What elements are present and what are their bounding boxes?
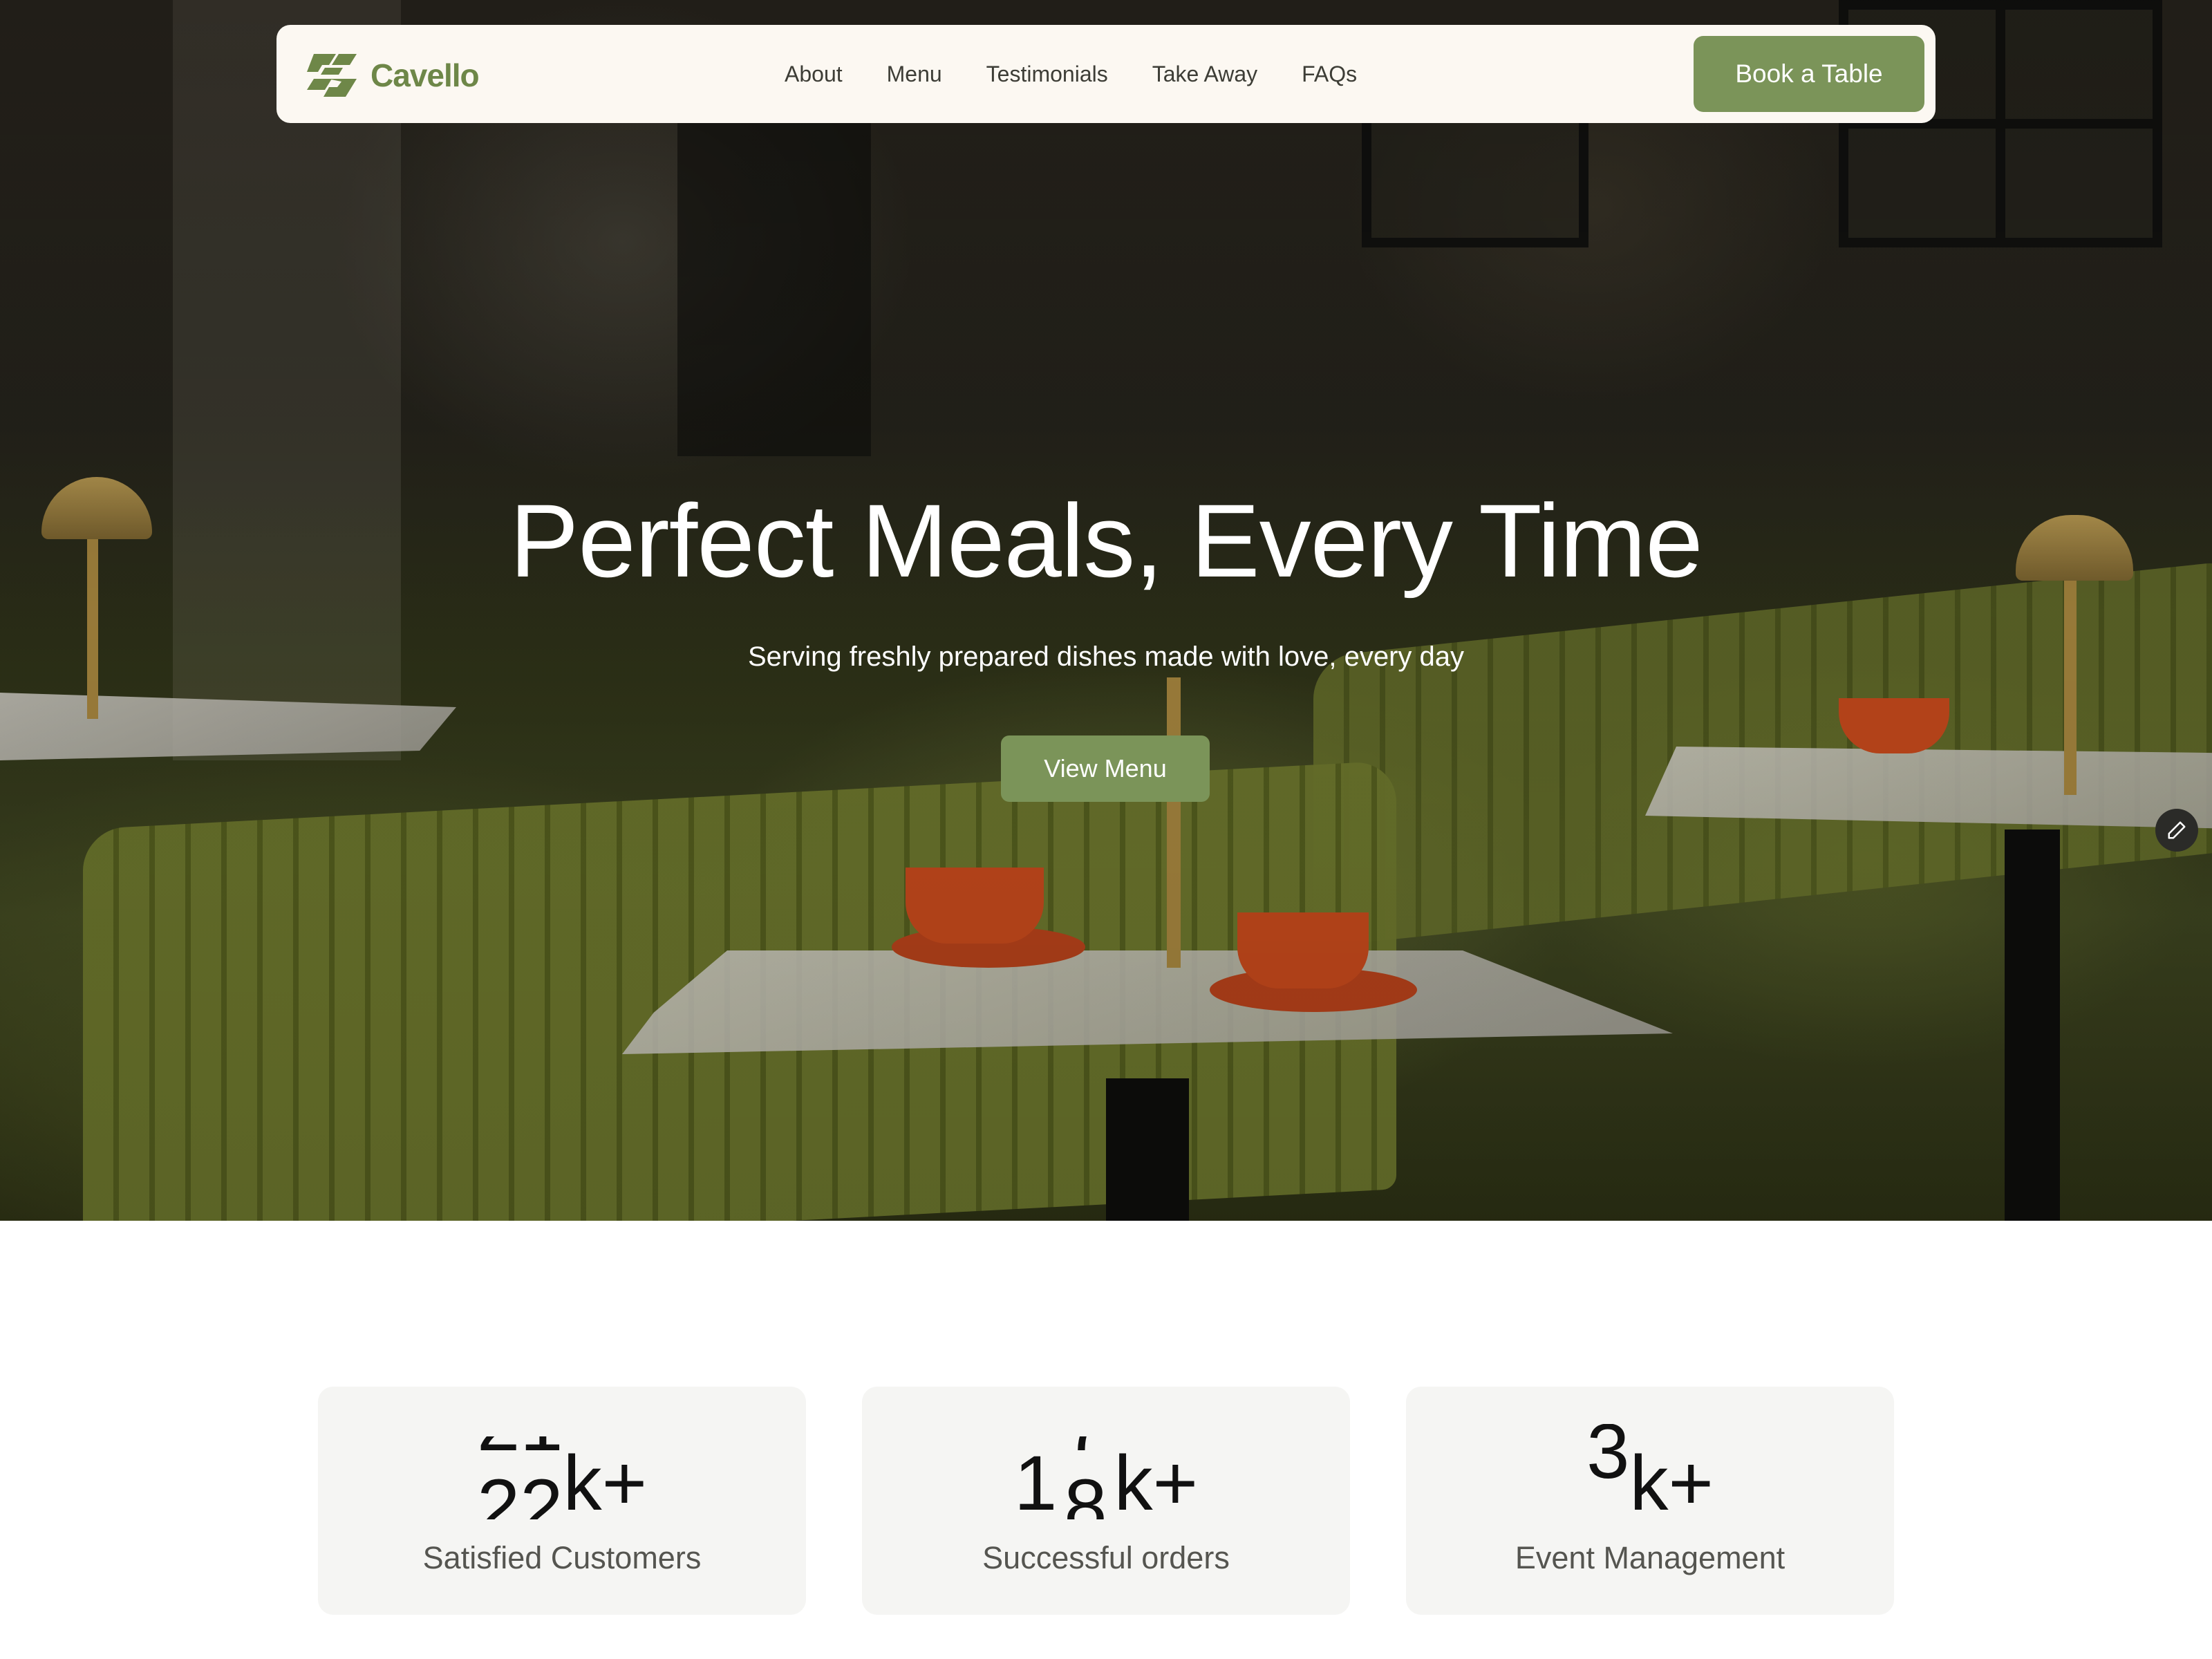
- cavello-logo-icon: [307, 54, 357, 97]
- stat-rolling-digits: 3 4: [1586, 1424, 1629, 1507]
- stat-digit-prev: 7: [1064, 1436, 1107, 1465]
- stat-label: Event Management: [1515, 1540, 1785, 1575]
- nav-links: About Menu Testimonials Take Away FAQs: [785, 25, 1357, 123]
- edit-button[interactable]: [2155, 809, 2198, 852]
- stat-suffix: k+: [1629, 1440, 1714, 1526]
- stat-digit-next: 22: [477, 1463, 563, 1520]
- stat-digit-prev: 21: [477, 1436, 563, 1465]
- nav-link-about[interactable]: About: [785, 62, 843, 87]
- stat-prefix: 1: [1014, 1440, 1058, 1526]
- stat-label: Satisfied Customers: [422, 1540, 702, 1575]
- brand-name: Cavello: [371, 57, 480, 93]
- view-menu-button[interactable]: View Menu: [1001, 735, 1210, 802]
- stat-card-customers: 21 22 k+ Satisfied Customers: [318, 1387, 806, 1615]
- top-navigation: Cavello About Menu Testimonials Take Awa…: [276, 25, 1936, 123]
- stat-value: 21 22 k+: [318, 1421, 806, 1525]
- nav-link-menu[interactable]: Menu: [887, 62, 942, 87]
- nav-link-faqs[interactable]: FAQs: [1302, 62, 1357, 87]
- nav-link-testimonials[interactable]: Testimonials: [986, 62, 1108, 87]
- stat-label: Successful orders: [982, 1540, 1230, 1575]
- brand-logo[interactable]: Cavello: [304, 51, 480, 100]
- stat-rolling-digits: 7 8: [1064, 1436, 1107, 1519]
- hero-section: Perfect Meals, Every Time Serving freshl…: [0, 0, 2212, 1221]
- stat-digit-prev: 3: [1586, 1424, 1630, 1494]
- stat-suffix: k+: [1114, 1440, 1198, 1526]
- pencil-icon: [2168, 821, 2186, 839]
- hero-title: Perfect Meals, Every Time: [509, 482, 1703, 599]
- hero-overlay: [0, 0, 2212, 1221]
- stat-value: 1 7 8 k+: [862, 1421, 1350, 1525]
- stat-digit-next: 8: [1064, 1463, 1107, 1520]
- stat-card-events: 3 4 k+ Event Management: [1406, 1387, 1894, 1615]
- stat-digit-next: 4: [1586, 1493, 1629, 1508]
- nav-link-take-away[interactable]: Take Away: [1152, 62, 1257, 87]
- book-table-button[interactable]: Book a Table: [1694, 36, 1924, 112]
- stat-rolling-digits: 21 22: [477, 1436, 563, 1519]
- stat-card-orders: 1 7 8 k+ Successful orders: [862, 1387, 1350, 1615]
- stat-suffix: k+: [563, 1440, 647, 1526]
- stat-value: 3 4 k+: [1406, 1421, 1894, 1525]
- hero-subtitle: Serving freshly prepared dishes made wit…: [747, 641, 1465, 672]
